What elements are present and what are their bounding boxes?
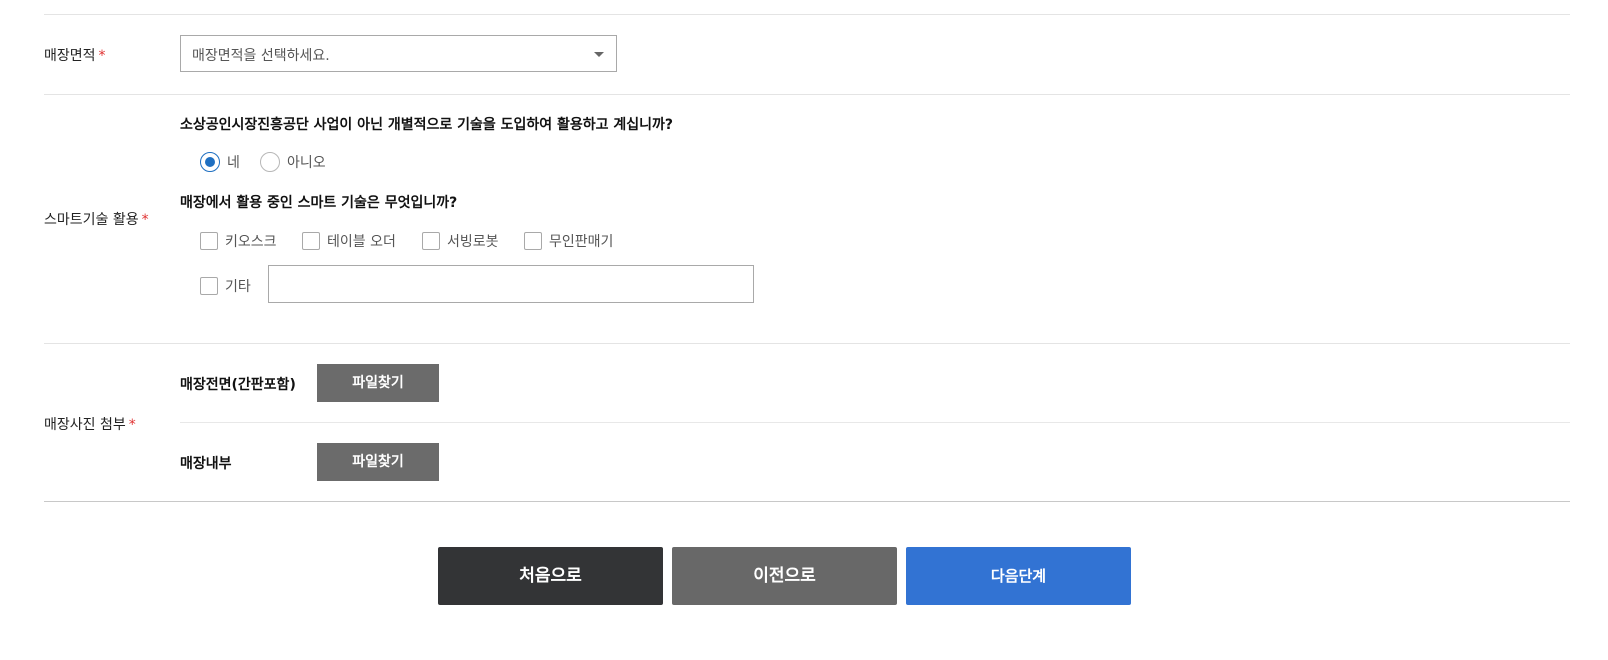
radio-unchecked-icon[interactable] [260,152,280,172]
previous-step-button[interactable]: 이전으로 [672,547,897,605]
application-form-page: 매장면적 * 매장면적을 선택하세요. 스마트기술 활용 * 소상공인시장진흥공단 … [0,0,1608,660]
checkbox-serving-robot-label: 서빙로봇 [447,234,499,250]
checkbox-etc-label: 기타 [225,279,251,295]
store-area-label: 매장면적 * [44,48,106,64]
checkbox-icon[interactable] [200,232,218,250]
checkbox-kiosk-label: 키오스크 [225,234,277,250]
photo-inside-label: 매장내부 [180,456,232,472]
radio-no-label: 아니오 [287,155,326,171]
checkbox-table-order[interactable]: 테이블 오더 [302,230,396,252]
radio-checked-icon[interactable] [200,152,220,172]
smart-tech-question-2: 매장에서 활용 중인 스마트 기술은 무엇입니까? [180,195,458,211]
radio-no[interactable]: 아니오 [260,151,326,173]
radio-yes[interactable]: 네 [200,151,240,173]
find-file-inside-button[interactable]: 파일찾기 [317,443,439,481]
etc-text-input[interactable] [268,265,754,303]
smart-tech-question-1: 소상공인시장진흥공단 사업이 아닌 개별적으로 기술을 도입하여 활용하고 계십… [180,117,674,133]
divider-top [44,14,1570,15]
divider-area [44,94,1570,95]
required-mark: * [141,212,149,228]
checkbox-icon[interactable] [524,232,542,250]
checkbox-icon[interactable] [200,277,218,295]
checkbox-icon[interactable] [422,232,440,250]
store-area-select[interactable]: 매장면적을 선택하세요. [180,35,617,72]
chevron-down-icon [594,52,604,57]
divider-bottom [44,501,1570,502]
checkbox-etc[interactable]: 기타 [200,275,251,297]
store-photo-label: 매장사진 첨부 * [44,417,136,433]
first-step-button[interactable]: 처음으로 [438,547,663,605]
checkbox-vending-machine[interactable]: 무인판매기 [524,230,613,252]
checkbox-table-order-label: 테이블 오더 [327,234,396,250]
required-mark: * [128,417,136,433]
checkbox-icon[interactable] [302,232,320,250]
checkbox-serving-robot[interactable]: 서빙로봇 [422,230,499,252]
radio-yes-label: 네 [227,155,240,171]
smart-tech-label: 스마트기술 활용 * [44,212,149,228]
checkbox-kiosk[interactable]: 키오스크 [200,230,277,252]
store-area-select-placeholder: 매장면적을 선택하세요. [192,48,330,64]
divider-photo-sub [180,422,1570,423]
find-file-front-button[interactable]: 파일찾기 [317,364,439,402]
next-step-button[interactable]: 다음단계 [906,547,1131,605]
checkbox-vending-machine-label: 무인판매기 [549,234,614,250]
photo-front-label: 매장전면(간판포함) [180,377,296,393]
required-mark: * [98,48,106,64]
divider-smart-tech [44,343,1570,344]
